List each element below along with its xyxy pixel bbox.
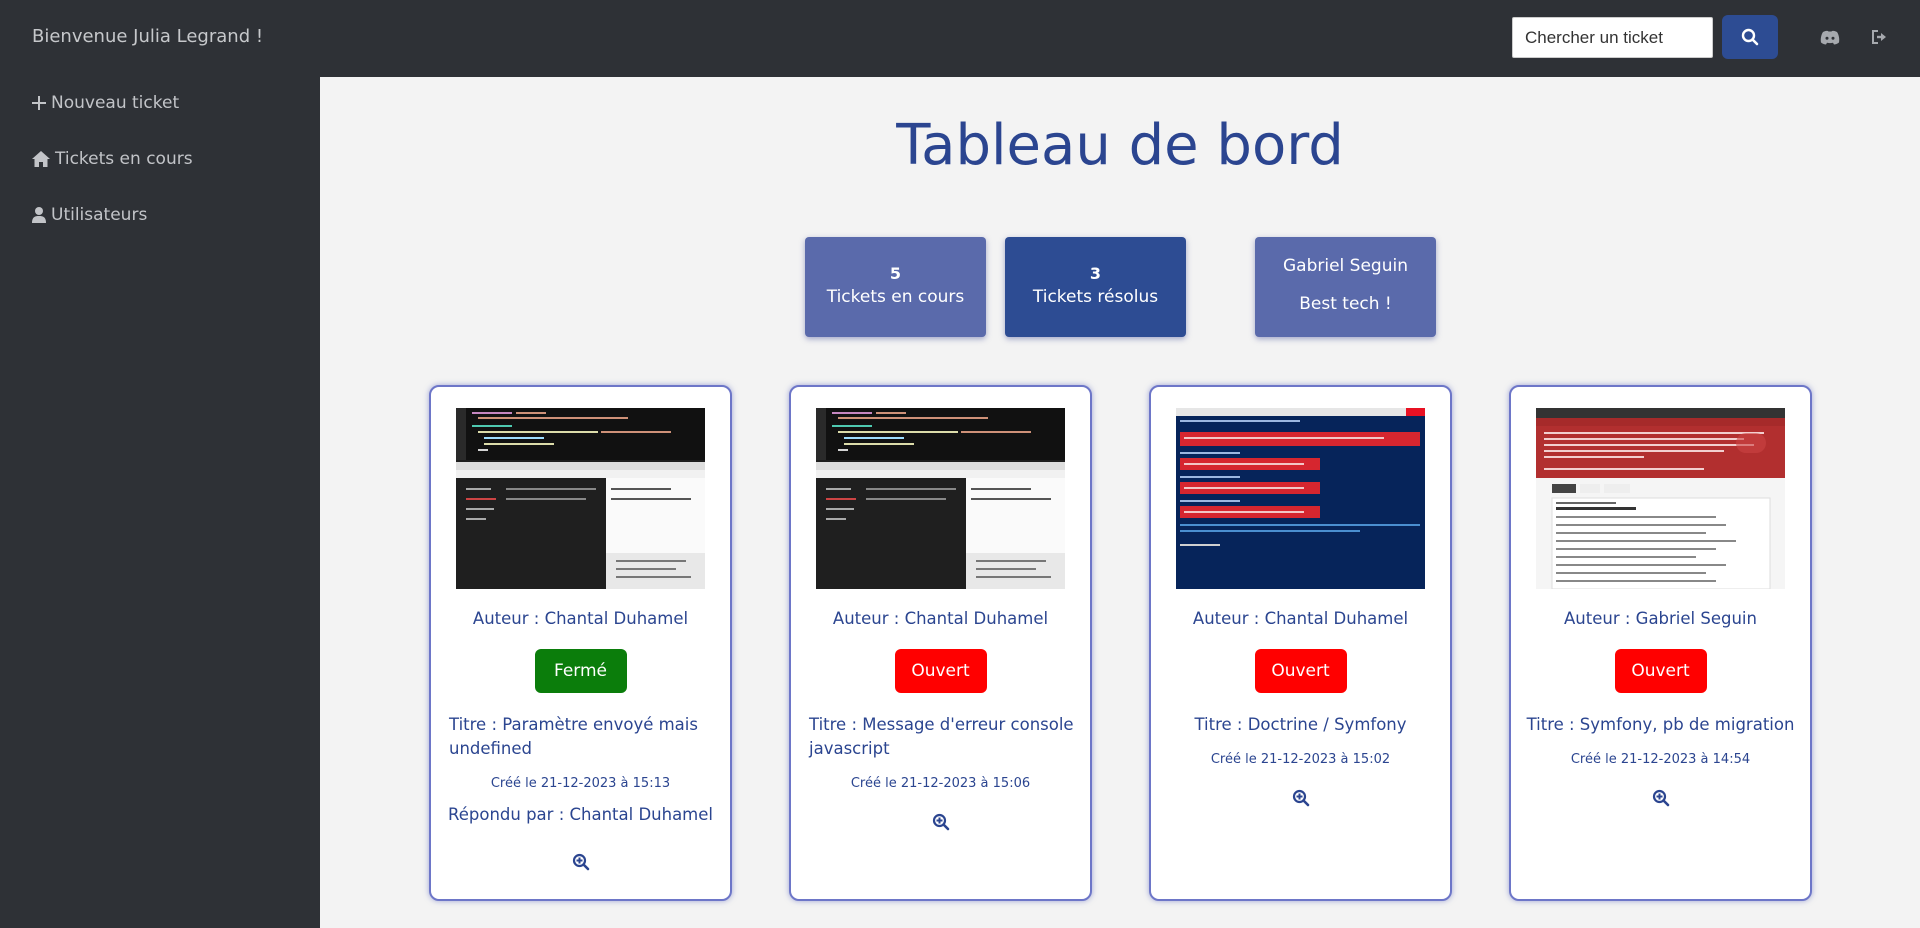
status-badge[interactable]: Ouvert xyxy=(894,649,987,693)
zoom-in-icon xyxy=(1292,789,1309,807)
user-icon xyxy=(32,207,46,223)
ticket-screenshot xyxy=(1536,408,1785,589)
sidebar-item-label: Utilisateurs xyxy=(51,205,148,225)
ticket-author: Auteur : Chantal Duhamel xyxy=(1192,609,1409,628)
ticket-created-date: Créé le 21-12-2023 à 14:54 xyxy=(1570,752,1751,767)
top-navbar: Bienvenue Julia Legrand ! xyxy=(0,0,1920,77)
ticket-author: Auteur : Chantal Duhamel xyxy=(832,609,1049,628)
logout-icon xyxy=(1872,30,1886,44)
status-badge[interactable]: Ouvert xyxy=(1254,649,1347,693)
ticket-author: Auteur : Gabriel Seguin xyxy=(1564,609,1757,628)
zoom-in-icon xyxy=(1652,789,1669,807)
sidebar-item-label: Nouveau ticket xyxy=(51,93,180,113)
ticket-card: Auteur : Chantal Duhamel Fermé Titre : P… xyxy=(429,385,732,901)
search-button[interactable] xyxy=(1722,15,1778,59)
stat-count: 3 xyxy=(1089,264,1102,283)
best-tech-label: Best tech ! xyxy=(1299,294,1392,314)
ticket-card: Auteur : Chantal Duhamel Ouvert Titre : … xyxy=(789,385,1092,901)
view-ticket-button[interactable] xyxy=(932,813,950,831)
ticket-screenshot xyxy=(1176,408,1425,589)
home-icon xyxy=(32,151,50,167)
ticket-card: Auteur : Chantal Duhamel Ouvert Titre : … xyxy=(1149,385,1452,901)
stat-label: Tickets résolus xyxy=(1032,287,1159,307)
ticket-created-date: Créé le 21-12-2023 à 15:02 xyxy=(1210,752,1391,767)
ticket-title: Titre : Paramètre envoyé mais undefined xyxy=(449,715,698,758)
best-tech-name: Gabriel Seguin xyxy=(1283,256,1408,276)
plus-icon xyxy=(32,96,46,110)
stat-count: 5 xyxy=(889,264,902,283)
search-icon xyxy=(1741,28,1759,46)
welcome-message: Bienvenue Julia Legrand ! xyxy=(32,26,264,47)
ticket-author: Auteur : Chantal Duhamel xyxy=(472,609,689,628)
view-ticket-button[interactable] xyxy=(572,853,590,871)
ticket-title: Titre : Doctrine / Symfony xyxy=(1194,715,1407,734)
stat-tickets-en-cours[interactable]: 5 Tickets en cours xyxy=(805,237,986,337)
sidebar-item-label: Tickets en cours xyxy=(55,149,193,169)
sidebar-item-tickets-en-cours[interactable]: Tickets en cours xyxy=(32,149,193,169)
search-input[interactable] xyxy=(1512,17,1713,58)
sidebar-item-new-ticket[interactable]: Nouveau ticket xyxy=(32,93,179,113)
status-badge[interactable]: Ouvert xyxy=(1614,649,1707,693)
zoom-in-icon xyxy=(572,853,589,871)
sidebar-item-utilisateurs[interactable]: Utilisateurs xyxy=(32,205,147,225)
ticket-title: Titre : Symfony, pb de migration xyxy=(1526,715,1795,734)
page-title: Tableau de bord xyxy=(896,113,1344,178)
ticket-created-date: Créé le 21-12-2023 à 15:06 xyxy=(850,776,1031,791)
stat-tickets-resolus[interactable]: 3 Tickets résolus xyxy=(1005,237,1186,337)
ticket-created-date: Créé le 21-12-2023 à 15:13 xyxy=(490,776,671,791)
ticket-card: Auteur : Gabriel Seguin Ouvert Titre : S… xyxy=(1509,385,1812,901)
stat-label: Tickets en cours xyxy=(826,287,965,307)
zoom-in-icon xyxy=(932,813,949,831)
sidebar: Nouveau ticket Tickets en cours Utilisat… xyxy=(0,77,320,928)
view-ticket-button[interactable] xyxy=(1292,789,1310,807)
ticket-title: Titre : Message d'erreur console javascr… xyxy=(809,715,1074,758)
best-tech-card: Gabriel Seguin Best tech ! xyxy=(1255,237,1436,337)
discord-icon xyxy=(1820,30,1840,44)
ticket-answered-by: Répondu par : Chantal Duhamel xyxy=(448,805,713,824)
view-ticket-button[interactable] xyxy=(1652,789,1670,807)
discord-button[interactable] xyxy=(1818,25,1842,49)
status-badge[interactable]: Fermé xyxy=(534,649,627,693)
logout-button[interactable] xyxy=(1868,25,1892,49)
ticket-screenshot xyxy=(816,408,1065,589)
ticket-screenshot xyxy=(456,408,705,589)
